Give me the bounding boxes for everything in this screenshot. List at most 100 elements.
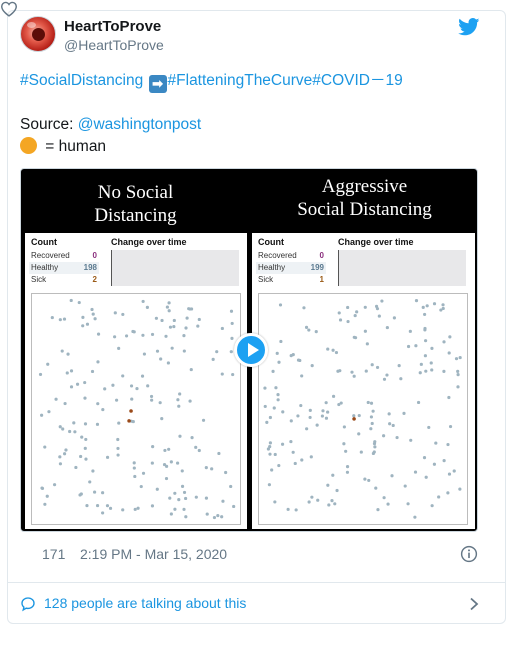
- healthy-dot: [61, 427, 65, 431]
- people-talking-link[interactable]: 128 people are talking about this: [44, 595, 246, 611]
- healthy-dot: [60, 349, 64, 353]
- avatar[interactable]: [20, 16, 56, 52]
- source-line: Source: @washingtonpost: [20, 114, 201, 135]
- stat-label: Healthy: [258, 263, 286, 272]
- healthy-dot: [220, 372, 224, 376]
- user-handle[interactable]: @HeartToProve: [64, 37, 164, 53]
- healthy-dot: [182, 334, 186, 338]
- healthy-dot: [430, 346, 434, 350]
- healthy-dot: [132, 461, 136, 465]
- healthy-dot: [448, 335, 452, 339]
- healthy-dot: [416, 400, 421, 405]
- healthy-dot: [180, 469, 184, 473]
- healthy-dot: [93, 490, 97, 494]
- healthy-dot: [456, 373, 460, 377]
- healthy-dot: [308, 415, 312, 420]
- healthy-dot: [160, 318, 164, 323]
- healthy-dot: [96, 332, 101, 336]
- stat-label: Healthy: [31, 263, 59, 272]
- healthy-dot: [155, 487, 159, 491]
- stat-row-healthy: Healthy 199: [256, 262, 326, 274]
- healthy-dot: [79, 492, 83, 496]
- healthy-dot: [146, 384, 150, 388]
- healthy-dot: [270, 468, 274, 472]
- healthy-dot: [395, 435, 399, 440]
- healthy-dot: [130, 397, 134, 401]
- healthy-dot: [113, 335, 117, 339]
- healthy-dot: [422, 456, 427, 460]
- healthy-dot: [172, 325, 176, 329]
- healthy-dot: [169, 460, 173, 464]
- healthy-dot: [272, 406, 276, 410]
- healthy-dot: [167, 301, 171, 305]
- heart-icon[interactable]: [0, 1, 18, 17]
- healthy-dot: [155, 349, 160, 353]
- healthy-dot: [307, 500, 311, 504]
- healthy-dot: [346, 319, 350, 324]
- healthy-dot: [83, 380, 87, 385]
- healthy-dot: [397, 364, 401, 368]
- info-icon[interactable]: [460, 545, 478, 563]
- hashtag-social-distancing[interactable]: #SocialDistancing: [20, 72, 143, 89]
- healthy-dot: [176, 461, 180, 465]
- display-name[interactable]: HeartToProve: [64, 18, 161, 35]
- healthy-dot: [382, 434, 386, 438]
- healthy-dot: [372, 441, 377, 446]
- healthy-dot: [80, 435, 84, 439]
- healthy-dot: [83, 446, 87, 450]
- count-header: Count: [31, 237, 57, 247]
- play-button[interactable]: [234, 333, 268, 367]
- twitter-bird-icon[interactable]: [458, 18, 480, 36]
- healthy-dot: [204, 496, 209, 500]
- avatar-center: [32, 28, 45, 41]
- healthy-dot: [164, 476, 169, 481]
- healthy-dot: [338, 318, 343, 322]
- healthy-dot: [452, 469, 456, 473]
- healthy-dot: [54, 397, 58, 401]
- healthy-dot: [271, 369, 275, 373]
- healthy-dot: [205, 512, 209, 516]
- healthy-dot: [414, 299, 419, 303]
- healthy-dot: [385, 325, 389, 330]
- healthy-dot: [310, 495, 314, 499]
- healthy-dot: [85, 503, 89, 508]
- healthy-dot: [103, 387, 107, 391]
- healthy-dot: [352, 414, 356, 418]
- timestamp[interactable]: 2:19 PM - Mar 15, 2020: [80, 546, 227, 562]
- healthy-dot: [277, 463, 281, 468]
- source-mention-link[interactable]: @washingtonpost: [78, 116, 201, 133]
- healthy-dot: [105, 504, 110, 508]
- healthy-dot: [184, 326, 188, 330]
- healthy-dot: [274, 386, 278, 390]
- stat-row-sick: Sick 1: [256, 274, 326, 286]
- healthy-dot: [390, 474, 394, 478]
- healthy-dot: [442, 459, 446, 463]
- healthy-dot: [399, 377, 403, 381]
- avatar-highlight: [27, 22, 36, 28]
- healthy-dot: [150, 332, 155, 337]
- like-count[interactable]: 171: [42, 546, 65, 562]
- chevron-right-icon[interactable]: [468, 597, 480, 611]
- healthy-dot: [289, 354, 293, 358]
- healthy-dot: [182, 490, 187, 494]
- hashtag-flattening-covid[interactable]: #FlatteningTheCurve#COVID－19: [168, 72, 403, 89]
- healthy-dot: [345, 470, 350, 474]
- play-icon: [248, 343, 259, 357]
- healthy-dot: [95, 422, 100, 426]
- healthy-dot: [268, 452, 272, 456]
- healthy-dot: [277, 360, 281, 364]
- healthy-dot: [145, 305, 149, 309]
- healthy-dot: [281, 410, 285, 414]
- healthy-dot: [296, 358, 301, 362]
- video-media[interactable]: No Social Distancing Aggressive Social D…: [20, 168, 478, 532]
- healthy-dot: [291, 450, 295, 454]
- healthy-dot: [220, 515, 224, 519]
- healthy-dot: [425, 304, 429, 308]
- healthy-dot: [66, 352, 70, 356]
- healthy-dot: [421, 305, 425, 309]
- right-panel-title: Aggressive Social Distancing: [250, 175, 477, 233]
- healthy-dot: [132, 466, 136, 470]
- healthy-dot: [158, 401, 162, 405]
- source-label: Source:: [20, 116, 78, 133]
- stat-row-recovered: Recovered 0: [29, 250, 99, 262]
